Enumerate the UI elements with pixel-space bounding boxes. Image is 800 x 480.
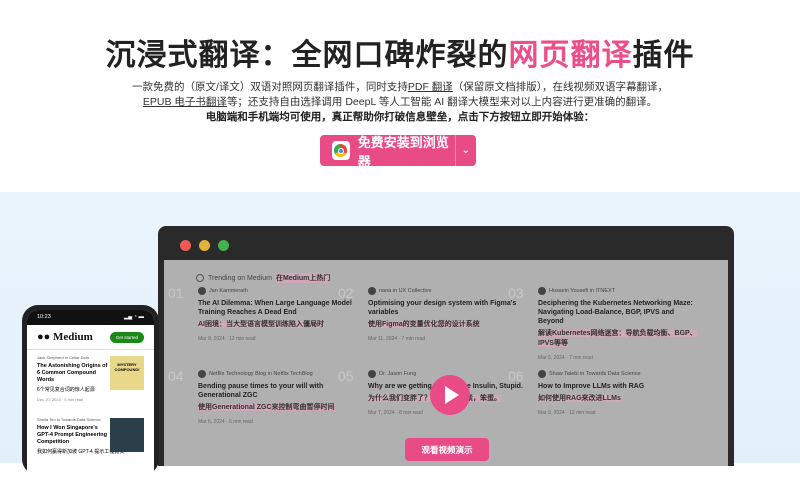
article-meta: Mar 6, 2024 · 7 min read	[538, 355, 593, 361]
install-button[interactable]: 免费安装到浏览器 ⌄	[320, 135, 476, 169]
article-card[interactable]: 02 nana in UX Collective Optimising your…	[338, 285, 528, 342]
article-card[interactable]: 06 Shaw Talebi in Towards Data Science H…	[508, 368, 698, 416]
article-meta: Mar 9, 2024 · 12 min read	[198, 336, 256, 342]
item-thumbnail: MYSTERY COMPOUND!	[110, 356, 144, 390]
article-title-zh: 如何使用RAG来改进LLMs	[538, 395, 621, 402]
play-icon	[445, 386, 459, 404]
phone-time: 10:23	[37, 314, 51, 320]
article-author: Shaw Talebi in Towards Data Science	[538, 370, 698, 378]
rank-number: 03	[508, 285, 524, 301]
watch-demo-button[interactable]: 观看视频演示	[405, 438, 489, 461]
status-bar: 10:23 ▂▄ ◔ ▬	[27, 310, 154, 325]
phone-mockup: 10:23 ▂▄ ◔ ▬ ●● Medium Get started Jack Sh…	[22, 305, 159, 480]
article-title-zh: 使用Generational ZGC来控制弯曲暂停时间	[198, 404, 335, 411]
list-item[interactable]: Sheila Teo in Towards Data Science How I…	[27, 412, 154, 474]
author-name: Dr. Jason Fung	[379, 371, 417, 377]
chevron-down-icon[interactable]: ⌄	[456, 145, 476, 156]
avatar	[368, 287, 376, 295]
article-meta: Mar 11, 2024 · 7 min read	[368, 336, 426, 342]
medium-logo: ●● Medium	[37, 331, 93, 343]
rank-number: 04	[168, 368, 184, 384]
title-text: 沉浸式翻译：全网口碑炸裂的	[105, 39, 509, 72]
avatar	[368, 370, 376, 378]
desc-bold: 电脑端和手机端均可使用，真正帮助你打破信息壁垒，点击下方按钮立即开始体验：	[205, 111, 595, 123]
author-name: Netflix Technology Blog in Netflix TechB…	[209, 371, 313, 377]
article-title: The AI Dilemma: When Large Language Mode…	[198, 300, 352, 316]
signal-wifi-battery-icon: ▂▄ ◔ ▬	[123, 314, 144, 320]
list-item[interactable]: Jack Shepherd in Cellar Door The Astonis…	[27, 350, 154, 412]
trending-header: Trending on Medium 在Medium上热门	[196, 273, 331, 283]
rank-number: 01	[168, 285, 184, 301]
install-label: 免费安装到浏览器	[357, 134, 449, 169]
rank-number: 06	[508, 368, 524, 384]
desc-text: 等；还支持自由选择调用 DeepL 等人工智能 AI 翻译大模型来对以上内容进行…	[226, 96, 658, 108]
article-card[interactable]: 04 Netflix Technology Blog in Netflix Te…	[168, 368, 358, 425]
pdf-translate-link[interactable]: PDF 翻译	[408, 81, 453, 93]
article-author: Jan Kammerath	[198, 287, 358, 295]
close-dot-icon	[180, 240, 191, 251]
article-title-zh: 使用Figma的变量优化您的设计系统	[368, 321, 480, 328]
epub-translate-link[interactable]: EPUB 电子书翻译	[143, 96, 227, 108]
article-title: How to Improve LLMs with RAG	[538, 383, 645, 390]
get-started-button[interactable]: Get started	[109, 331, 144, 343]
demo-content: Trending on Medium 在Medium上热门 01 Jan Kamm…	[164, 260, 728, 466]
maximize-dot-icon	[218, 240, 229, 251]
title-text-end: 插件	[632, 39, 695, 72]
desc-text: 一款免费的（原文/译文）双语对照网页翻译插件，同时支持	[131, 81, 408, 93]
minimize-dot-icon	[199, 240, 210, 251]
chrome-icon	[332, 141, 350, 160]
item-title: How I Won Singapore's GPT-4 Prompt Engin…	[37, 425, 107, 445]
item-thumbnail	[110, 418, 144, 452]
description: 一款免费的（原文/译文）双语对照网页翻译插件，同时支持PDF 翻译（保留原文档排…	[120, 80, 680, 125]
avatar	[538, 287, 546, 295]
article-title: Deciphering the Kubernetes Networking Ma…	[538, 300, 693, 325]
desc-text: （保留原文档排版），在线视频双语字幕翻译，	[452, 81, 669, 93]
article-author: nana in UX Collective	[368, 287, 528, 295]
play-video-button[interactable]	[430, 375, 470, 415]
item-title: The Astonishing Origins of 6 Common Comp…	[37, 363, 108, 383]
author-name: Hossein Yousefi in ITNEXT	[549, 288, 616, 294]
trending-label-zh: 在Medium上热门	[275, 273, 331, 283]
article-meta: Mar 6, 2024 · 6 min read	[198, 419, 253, 425]
browser-mockup: Trending on Medium 在Medium上热门 01 Jan Kamm…	[158, 226, 734, 466]
item-meta: Dec 20, 2023 · 5 min read	[37, 397, 84, 402]
logo-text: Medium	[53, 331, 93, 343]
avatar	[198, 370, 206, 378]
trending-label: Trending on Medium	[208, 274, 272, 282]
article-card[interactable]: 01 Jan Kammerath The AI Dilemma: When La…	[168, 285, 358, 342]
author-name: Jan Kammerath	[209, 288, 248, 294]
article-title: Optimising your design system with Figma…	[368, 300, 517, 316]
title-highlight: 网页翻译	[508, 39, 633, 72]
article-meta: Mar 9, 2024 · 12 min read	[538, 410, 596, 416]
avatar	[538, 370, 546, 378]
article-author: Netflix Technology Blog in Netflix TechB…	[198, 370, 358, 378]
article-title-zh: AI困境：当大型语言模型训练陷入僵局时	[198, 321, 324, 328]
rank-number: 02	[338, 285, 354, 301]
page-title: 沉浸式翻译：全网口碑炸裂的网页翻译插件	[0, 30, 800, 74]
article-title: Bending pause times to your will with Ge…	[198, 383, 324, 399]
article-title-zh: 解读Kubernetes网络迷宫：导航负载均衡、BGP、IPVS等等	[538, 330, 697, 347]
avatar	[198, 287, 206, 295]
article-card[interactable]: 03 Hossein Yousefi in ITNEXT Deciphering…	[508, 285, 698, 361]
trending-icon	[196, 274, 204, 282]
hero-section: 沉浸式翻译：全网口碑炸裂的网页翻译插件 一款免费的（原文/译文）双语对照网页翻译…	[0, 0, 800, 192]
author-name: Shaw Talebi in Towards Data Science	[549, 371, 641, 377]
author-name: nana in UX Collective	[379, 288, 432, 294]
rank-number: 05	[338, 368, 354, 384]
article-author: Hossein Yousefi in ITNEXT	[538, 287, 698, 295]
